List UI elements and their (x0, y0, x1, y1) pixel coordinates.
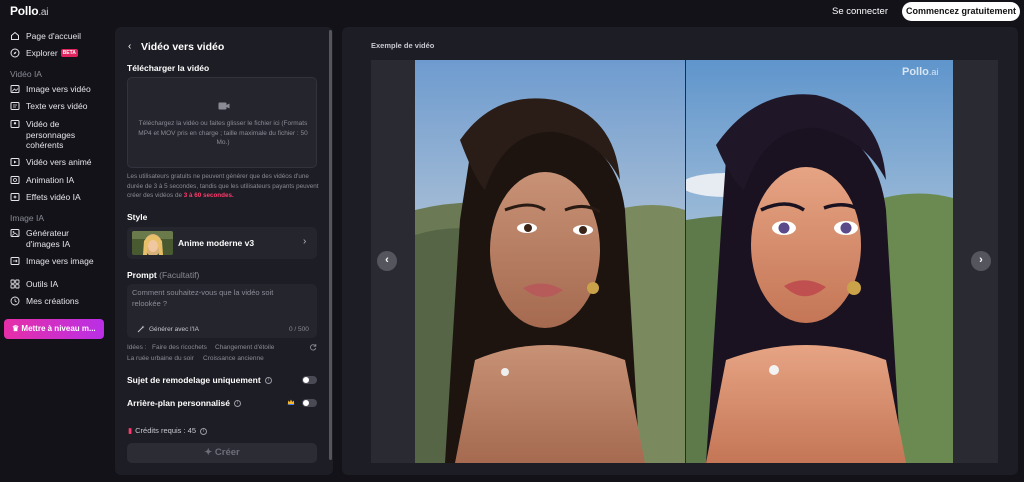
chevron-left-icon[interactable]: ‹ (377, 251, 397, 271)
create-button[interactable]: ✦ Créer (127, 443, 317, 463)
idea-chip[interactable]: Croissance ancienne (203, 355, 264, 362)
sidebar-item-label: Animation IA (26, 175, 75, 185)
login-link[interactable]: Se connecter (832, 6, 888, 17)
top-bar: Pollo.ai Se connecter Commencez gratuite… (0, 0, 1024, 26)
prompt-optional: (Facultatif) (159, 270, 200, 280)
upgrade-button[interactable]: ♛ Mettre à niveau m... (4, 319, 104, 339)
panel-title: Vidéo vers vidéo (141, 41, 225, 53)
sidebar-item-label: Page d'accueil (26, 31, 82, 41)
anime-icon (10, 157, 20, 167)
chevron-right-icon[interactable]: › (971, 251, 991, 271)
sidebar-item-label: Effets vidéo IA (26, 192, 81, 202)
credits-required: ▮ Crédits requis : 45 i (128, 426, 208, 435)
prompt-placeholder: Comment souhaitez-vous que la vidéo soit… (132, 288, 274, 308)
create-label: Créer (214, 447, 240, 458)
sidebar-item-text-to-video[interactable]: Texte vers vidéo (10, 101, 87, 112)
style-selector[interactable]: Anime moderne v3 › (127, 227, 317, 259)
pollo-logo[interactable]: Pollo.ai (10, 4, 49, 18)
prompt-label-text: Prompt (127, 270, 157, 280)
custom-bg-toggle[interactable] (302, 399, 317, 407)
effects-icon (10, 192, 20, 202)
subject-only-row: Sujet de remodelage uniquement i (127, 375, 272, 385)
generate-with-ai-button[interactable]: Générer avec l'IA (149, 326, 199, 333)
duration-note: Les utilisateurs gratuits ne peuvent gén… (127, 172, 319, 201)
image-generator-icon (10, 228, 20, 238)
image-to-image-icon (10, 256, 20, 266)
sidebar-item-label: Générateur d'images IA (26, 228, 71, 249)
text-icon (10, 101, 20, 111)
sidebar-item-video-effects[interactable]: Effets vidéo IA (10, 192, 81, 203)
image-icon (10, 84, 20, 94)
sidebar-item-label: Vidéo vers animé (26, 157, 92, 167)
sidebar-item-ai-animation[interactable]: Animation IA (10, 175, 74, 186)
sidebar-item-label: Vidéo de personnages cohérents (26, 119, 76, 150)
duration-note-highlight: 3 à 60 secondes. (183, 192, 234, 199)
sidebar-item-image-to-video[interactable]: Image vers vidéo (10, 84, 91, 95)
section-image-ai: Image IA (10, 213, 45, 223)
sidebar-item-video-to-anime[interactable]: Vidéo vers animé (10, 157, 92, 168)
pollo-watermark: Pollo.ai (902, 66, 939, 78)
custom-bg-row: Arrière-plan personnalisé i (127, 398, 241, 408)
idea-chip[interactable]: Changement d'étoile (215, 344, 274, 351)
beta-badge: BETA (60, 49, 78, 57)
sidebar-item-image-generators[interactable]: Générateur d'images IA (10, 228, 90, 249)
sidebar-item-label: Mes créations (26, 296, 79, 306)
subject-only-label: Sujet de remodelage uniquement (127, 375, 261, 385)
info-icon[interactable]: i (200, 427, 208, 435)
premium-crown-icon (287, 399, 295, 405)
style-label: Style (127, 212, 148, 222)
sidebar-item-label: Image vers vidéo (26, 84, 91, 94)
info-icon[interactable]: i (264, 377, 272, 385)
credits-icon: ▮ (128, 426, 133, 435)
sidebar-item-my-creations[interactable]: Mes créations (10, 296, 79, 307)
sidebar-item-label: Image vers image (26, 256, 94, 266)
sidebar-item-image-to-image[interactable]: Image vers image (10, 256, 94, 267)
ideas-label: Idées : (127, 344, 147, 351)
magic-wand-icon (137, 325, 145, 333)
prompt-label: Prompt (Facultatif) (127, 270, 199, 280)
info-icon[interactable]: i (233, 400, 241, 408)
example-video-label: Exemple de vidéo (371, 41, 435, 50)
crown-icon: ♛ (12, 324, 22, 333)
character-icon (10, 119, 20, 129)
refresh-icon[interactable] (309, 343, 317, 351)
style-name: Anime moderne v3 (178, 238, 255, 248)
sidebar-item-explore[interactable]: Explorer BETA (10, 48, 78, 59)
original-frame (415, 60, 685, 463)
upload-instructions: Téléchargez la vidéo ou faites glisser l… (138, 120, 308, 146)
animation-icon (10, 175, 20, 185)
sidebar-item-label: Explorer (26, 48, 58, 58)
anime-frame (686, 60, 953, 463)
idea-chip[interactable]: Faire des ricochets (152, 344, 207, 351)
subject-only-toggle[interactable] (302, 376, 317, 384)
creations-icon (10, 296, 20, 306)
credits-text: Crédits requis : 45 (135, 426, 197, 435)
back-icon[interactable]: ‹ (128, 41, 131, 52)
chevron-right-icon: › (303, 236, 307, 247)
upload-label: Télécharger la vidéo (127, 63, 210, 73)
compass-icon (10, 48, 20, 58)
video-upload-dropzone[interactable]: Téléchargez la vidéo ou faites glisser l… (127, 77, 317, 168)
tools-icon (10, 279, 20, 289)
panel-scrollbar[interactable] (329, 30, 332, 460)
section-video-ai: Vidéo IA (10, 69, 42, 79)
sparkle-icon: ✦ (204, 447, 215, 458)
sidebar-item-consistent-characters[interactable]: Vidéo de personnages cohérents (10, 119, 80, 151)
style-thumbnail (132, 231, 173, 255)
prompt-textarea[interactable]: Comment souhaitez-vous que la vidéo soit… (127, 284, 317, 338)
sidebar-item-label: Texte vers vidéo (26, 101, 88, 111)
idea-chip[interactable]: La ruée urbaine du soir (127, 355, 194, 362)
start-free-button[interactable]: Commencez gratuitement (902, 2, 1020, 21)
custom-bg-label: Arrière-plan personnalisé (127, 398, 230, 408)
char-counter: 0 / 500 (289, 326, 309, 333)
video-camera-icon (218, 102, 230, 110)
sidebar-item-label: Outils IA (26, 279, 59, 289)
sidebar-item-home[interactable]: Page d'accueil (10, 31, 81, 42)
home-icon (10, 31, 20, 41)
upgrade-label: Mettre à niveau m... (21, 324, 96, 333)
sidebar-item-ai-tools[interactable]: Outils IA (10, 279, 58, 290)
